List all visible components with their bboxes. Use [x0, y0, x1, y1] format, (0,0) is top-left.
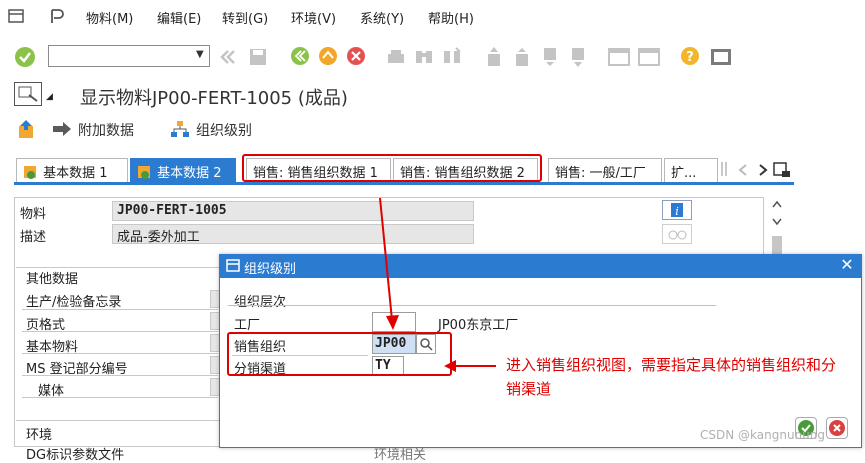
back-icon[interactable] [290, 46, 310, 66]
display-glasses-button[interactable] [662, 224, 692, 244]
command-field[interactable] [48, 45, 210, 67]
tab-label: 销售: 一般/工厂 [555, 166, 646, 181]
svg-text:i: i [675, 205, 679, 218]
org-hierarchy-icon [171, 121, 189, 137]
info-icon: i [671, 203, 683, 218]
tab-strip-underline [14, 182, 794, 185]
menu-goto[interactable]: 转到(G) [222, 8, 268, 27]
additional-data-button[interactable]: 附加数据 [78, 120, 134, 140]
menu-system[interactable]: 系统(Y) [360, 8, 404, 27]
org-levels-button[interactable]: 组织级别 [196, 120, 252, 140]
display-screen-icon [14, 82, 42, 106]
first-page-icon [488, 47, 500, 66]
other-row-label: 生产/检验备忘录 [26, 295, 122, 310]
menu-material[interactable]: 物料(M) [86, 8, 133, 27]
chevron-down-icon[interactable]: ▼ [196, 49, 206, 61]
save-icon[interactable] [248, 47, 268, 67]
cancel-icon [829, 420, 845, 436]
exit-icon[interactable] [318, 46, 338, 66]
sap-logo-icon[interactable] [50, 8, 64, 24]
svg-text:?: ? [686, 50, 694, 65]
close-icon[interactable]: ✕ [838, 256, 856, 274]
cancel-icon[interactable] [346, 46, 366, 66]
customize-layout-icon[interactable] [710, 47, 732, 67]
environment-divider [16, 420, 226, 421]
dg-profile-label: DG标识参数文件 [26, 448, 125, 463]
row-divider [22, 397, 218, 398]
back-double-icon [220, 50, 235, 64]
tab-label: 基本数据 1 [43, 166, 108, 181]
tab-scroll-controls [721, 162, 790, 177]
find-icon [416, 51, 432, 63]
row-divider [22, 353, 218, 354]
tab-more[interactable]: 扩... [664, 158, 718, 182]
sap-menu-icon[interactable] [8, 9, 24, 23]
print-icon [388, 50, 404, 63]
glasses-icon [668, 230, 687, 240]
row-divider [22, 331, 218, 332]
dialog-title-bar[interactable] [219, 254, 862, 278]
last-page-icon [572, 48, 584, 67]
tab-label: 基本数据 2 [157, 166, 222, 181]
title-menu-icon[interactable]: ◢ [46, 92, 56, 102]
tab-sales-general-plant[interactable]: 销售: 一般/工厂 [548, 158, 662, 182]
tab-ok-icon [24, 166, 36, 179]
other-material-icon[interactable] [16, 118, 38, 140]
help-icon[interactable]: ? [680, 46, 700, 66]
dialog-menu-icon[interactable] [226, 259, 240, 273]
arrow-right-icon [53, 122, 71, 136]
menu-environment[interactable]: 环境(V) [291, 8, 336, 27]
environment-heading: 环境 [26, 428, 53, 443]
new-session-icon [608, 48, 630, 66]
menu-edit[interactable]: 编辑(E) [157, 8, 201, 27]
find-next-icon [444, 47, 461, 63]
menu-bar: 物料(M) 编辑(E) 转到(G) 环境(V) 系统(Y) 帮助(H) [0, 0, 865, 34]
watermark: CSDN @kangnunung [700, 428, 825, 442]
tab-basic-data-2[interactable]: 基本数据 2 [130, 158, 236, 182]
other-data-heading: 其他数据 [26, 272, 79, 287]
material-label: 物料 [20, 207, 47, 222]
highlight-sales-tabs [242, 154, 542, 182]
tab-label: 扩... [671, 166, 697, 181]
tab-ok-icon [138, 166, 150, 179]
shortcut-icon [638, 48, 660, 66]
info-button[interactable]: i [662, 200, 692, 220]
dialog-title: 组织级别 [244, 262, 297, 277]
annotation-text: 进入销售组织视图，需要指定具体的销售组织和分销渠道 [506, 356, 837, 398]
row-divider [22, 309, 218, 310]
cancel-button[interactable] [826, 417, 848, 439]
org-hierarchy-heading: 组织层次 [234, 295, 287, 310]
row-divider [22, 375, 218, 376]
enter-check-icon[interactable] [14, 46, 36, 68]
description-label: 描述 [20, 230, 47, 245]
page-title: 显示物料JP00-FERT-1005 (成品) [80, 88, 348, 109]
menu-help[interactable]: 帮助(H) [428, 8, 474, 27]
plant-label: 工厂 [234, 318, 261, 333]
next-page-icon [544, 48, 556, 66]
tab-basic-data-1[interactable]: 基本数据 1 [16, 158, 128, 182]
previous-page-icon [516, 48, 528, 66]
annotation-arrows [379, 197, 496, 372]
